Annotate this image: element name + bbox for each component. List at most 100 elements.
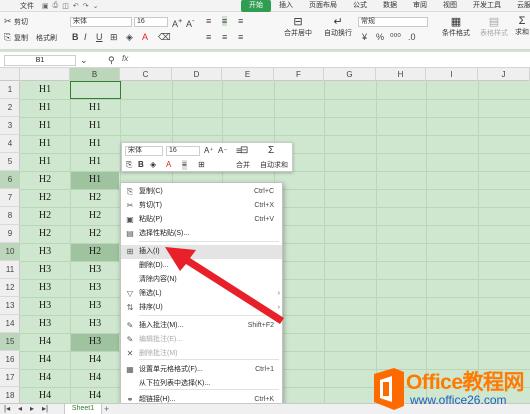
column-header-i[interactable]: I (426, 68, 478, 81)
row-header[interactable]: 11 (0, 261, 20, 279)
cell-a[interactable]: H1 (20, 81, 70, 99)
formula-input[interactable] (136, 54, 526, 66)
align-center-icon[interactable]: ≡ (222, 32, 227, 42)
thousands-icon[interactable]: ⁰⁰⁰ (390, 32, 401, 42)
shrink-font-icon[interactable]: A- (186, 16, 195, 29)
cell-b[interactable]: H2 (70, 189, 120, 207)
context-menu-item[interactable]: ✎ 编辑批注(E)... (121, 333, 282, 347)
mini-shrink-font-icon[interactable]: A⁻ (218, 146, 228, 156)
context-menu-item[interactable]: ▤ 选择性粘贴(S)... (121, 227, 282, 241)
row-header[interactable]: 10 (0, 243, 20, 261)
cell-a[interactable]: H4 (20, 351, 70, 369)
cell-b[interactable]: H2 (70, 207, 120, 225)
border-icon[interactable]: ⊞ (110, 32, 118, 42)
name-box[interactable]: B1 (4, 55, 76, 66)
font-size-select[interactable]: 16 (134, 17, 168, 27)
mini-font-name-select[interactable]: 宋体 (125, 146, 163, 156)
tab-data[interactable]: 数据 (375, 0, 405, 12)
cell-b[interactable]: H1 (70, 117, 120, 135)
tab-developer[interactable]: 开发工具 (465, 0, 509, 12)
format-painter-button[interactable]: 格式刷 (36, 33, 57, 43)
cell-a[interactable]: H2 (20, 189, 70, 207)
preview-icon[interactable]: ◫ (62, 2, 69, 10)
file-menu[interactable]: 文件 (20, 1, 34, 11)
font-color-icon[interactable]: A (142, 32, 148, 42)
cell-b[interactable]: H1 (70, 153, 120, 171)
context-menu-item[interactable]: ✕ 删除批注(M) (121, 347, 282, 361)
column-header-e[interactable]: E (222, 68, 274, 81)
copy-icon[interactable]: ⎘ (4, 32, 11, 42)
column-header-f[interactable]: F (274, 68, 324, 81)
align-middle-icon[interactable]: ≡ (222, 16, 228, 26)
mini-font-size-select[interactable]: 16 (166, 146, 200, 156)
customize-icon[interactable]: ⌄ (93, 2, 99, 10)
column-header-h[interactable]: H (376, 68, 426, 81)
context-menu-item[interactable]: ✎ 插入批注(M)... Shift+F2 (121, 319, 282, 333)
cell-a[interactable]: H3 (20, 315, 70, 333)
cut-button[interactable]: 剪切 (14, 17, 28, 27)
row-header[interactable]: 12 (0, 279, 20, 297)
cell-b[interactable]: H1 (70, 171, 120, 189)
mini-format-painter-icon[interactable]: ⎘ (126, 160, 132, 170)
row-header[interactable]: 14 (0, 315, 20, 333)
last-sheet-icon[interactable]: ▸| (42, 404, 48, 414)
cell-b[interactable]: H3 (70, 315, 120, 333)
tab-home[interactable]: 开始 (241, 0, 271, 12)
decimal-icon[interactable]: .0 (408, 32, 416, 42)
fill-color-icon[interactable]: ◈ (126, 32, 133, 42)
cell-a[interactable]: H2 (20, 225, 70, 243)
mini-grow-font-icon[interactable]: A⁺ (204, 146, 214, 156)
cell-b[interactable]: H3 (70, 333, 120, 351)
cell-b[interactable]: H2 (70, 243, 120, 261)
cell-b[interactable]: H2 (70, 225, 120, 243)
align-right-icon[interactable]: ≡ (238, 32, 243, 42)
mini-font-color-icon[interactable]: A (166, 160, 171, 170)
align-left-icon[interactable]: ≡ (206, 32, 211, 42)
copy-button[interactable]: 复制 (14, 33, 28, 43)
column-header-j[interactable]: J (478, 68, 530, 81)
cell-a[interactable]: H4 (20, 387, 70, 403)
add-sheet-button[interactable]: + (104, 404, 109, 414)
cell-a[interactable]: H1 (20, 117, 70, 135)
cell-a[interactable]: H2 (20, 207, 70, 225)
row-header[interactable]: 1 (0, 81, 20, 99)
name-dropdown-icon[interactable]: ⌄ (80, 55, 88, 65)
context-menu-item[interactable]: ▣ 粘贴(P) Ctrl+V (121, 213, 282, 227)
mini-autosum-icon[interactable]: Σ (268, 146, 274, 156)
cell-a[interactable]: H3 (20, 297, 70, 315)
context-menu-item[interactable]: ⊞ 插入(I) (121, 245, 282, 259)
context-menu-item[interactable]: ⇅ 排序(U) › (121, 301, 282, 315)
mini-merge-button[interactable]: 合并 (236, 161, 250, 171)
row-header[interactable]: 3 (0, 117, 20, 135)
cell-b[interactable]: H3 (70, 297, 120, 315)
cell-a[interactable]: H3 (20, 243, 70, 261)
cell-a[interactable]: H1 (20, 135, 70, 153)
table-style-button[interactable]: ▤ 表格样式 (474, 15, 514, 38)
wrap-text-button[interactable]: ↵ 自动换行 (318, 15, 358, 38)
context-menu-item[interactable]: 删除(D)... (121, 259, 282, 273)
bold-icon[interactable]: B (72, 32, 79, 42)
redo-icon[interactable]: ↷ (83, 2, 89, 10)
row-header[interactable]: 7 (0, 189, 20, 207)
column-header-c[interactable]: C (120, 68, 172, 81)
sum-button[interactable]: Σ 求和 (512, 15, 530, 37)
context-menu-item[interactable]: ▽ 筛选(L) › (121, 287, 282, 301)
context-menu-item[interactable]: ▦ 设置单元格格式(F)... Ctrl+1 (121, 363, 282, 377)
column-header-d[interactable]: D (172, 68, 222, 81)
tab-formulas[interactable]: 公式 (345, 0, 375, 12)
context-menu-item[interactable]: ✂ 剪切(T) Ctrl+X (121, 199, 282, 213)
mini-autosum-button[interactable]: 自动求和 (260, 161, 288, 171)
cell-b[interactable]: H4 (70, 351, 120, 369)
column-header-g[interactable]: G (324, 68, 376, 81)
tab-review[interactable]: 审阅 (405, 0, 435, 12)
row-header[interactable]: 4 (0, 135, 20, 153)
context-menu-item[interactable]: ⎘ 复制(C) Ctrl+C (121, 185, 282, 199)
tab-insert[interactable]: 插入 (271, 0, 301, 12)
underline-icon[interactable]: U (96, 32, 103, 42)
row-header[interactable]: 5 (0, 153, 20, 171)
save-icon[interactable]: ▣ (42, 2, 49, 10)
context-menu-item[interactable]: 清除内容(N) (121, 273, 282, 287)
mini-fill-icon[interactable]: ◈ (150, 160, 156, 170)
clear-format-icon[interactable]: ⌫ (158, 32, 171, 42)
prev-sheet-icon[interactable]: ◂ (18, 404, 22, 414)
